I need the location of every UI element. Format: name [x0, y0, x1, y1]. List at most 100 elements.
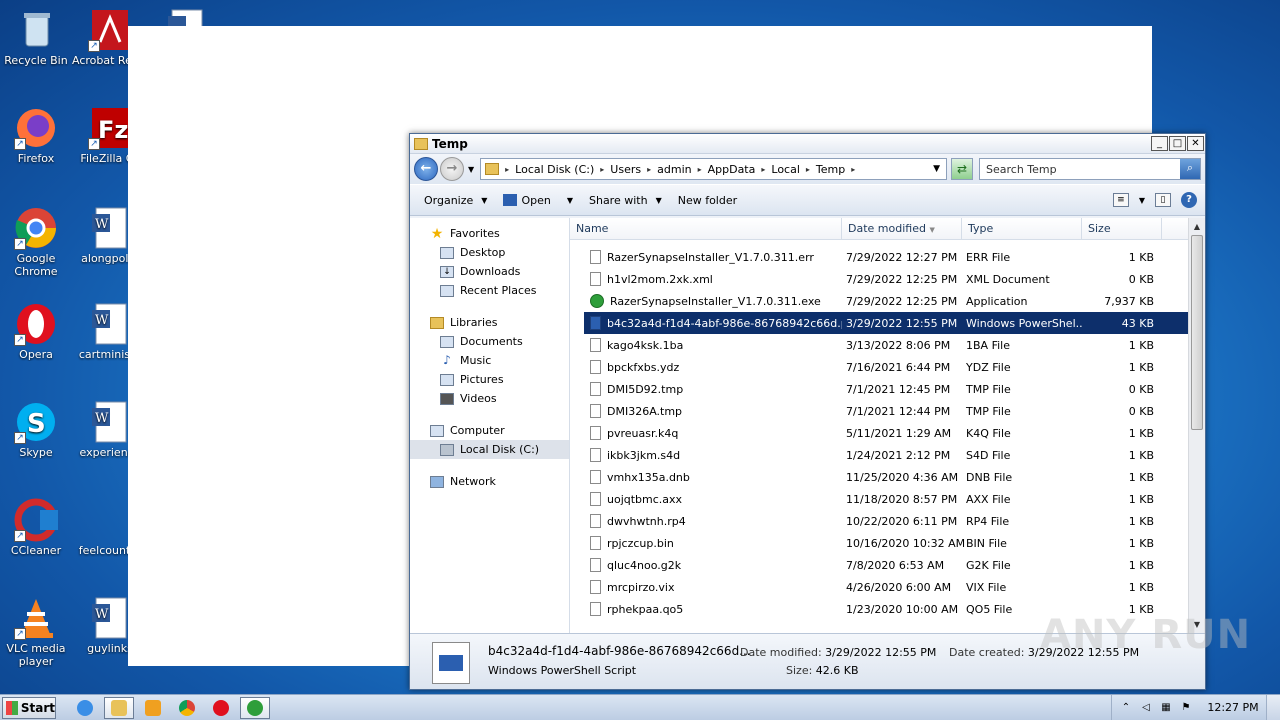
file-type: TMP File	[966, 404, 1011, 418]
desktop-icon-opera[interactable]: ↗ Opera	[0, 302, 74, 361]
desktop-icon-skype[interactable]: S ↗ Skype	[0, 400, 74, 459]
file-row[interactable]: h1vl2mom.2xk.xml 7/29/2022 12:25 PM XML Do…	[584, 268, 1205, 290]
nav-recent-places[interactable]: Recent Places	[410, 281, 569, 300]
refresh-icon[interactable]: ⇄	[951, 158, 973, 180]
breadcrumb-item[interactable]: Local	[771, 163, 800, 176]
file-row[interactable]: DMI5D92.tmp 7/1/2021 12:45 PM TMP File 0 KB	[584, 378, 1205, 400]
taskbar-chrome[interactable]	[172, 697, 202, 719]
chevron-right-icon[interactable]: ▸	[505, 165, 509, 174]
breadcrumb-item[interactable]: Users	[610, 163, 641, 176]
chevron-right-icon[interactable]: ▸	[851, 165, 855, 174]
maximize-button[interactable]: □	[1169, 136, 1186, 151]
clock[interactable]: 12:27 PM	[1200, 701, 1266, 714]
nav-favorites[interactable]: ★ Favorites	[410, 224, 569, 243]
file-row[interactable]: kago4ksk.1ba 3/13/2022 8:06 PM 1BA File 1 K…	[584, 334, 1205, 356]
file-row[interactable]: DMI326A.tmp 7/1/2021 12:44 PM TMP File 0 KB	[584, 400, 1205, 422]
search-box[interactable]: ⌕	[979, 158, 1201, 180]
scrollbar-thumb[interactable]	[1191, 235, 1203, 430]
search-input[interactable]	[986, 162, 1180, 176]
desktop-icon-ccleaner[interactable]: ↗ CCleaner	[0, 498, 74, 557]
desktop-icon-chrome[interactable]: ↗ Google Chrome	[0, 206, 74, 278]
title-bar[interactable]: Temp _ □ ✕	[410, 134, 1205, 154]
recent-pages-dropdown-icon[interactable]: ▼	[468, 165, 474, 174]
file-row[interactable]: vmhx135a.dnb 11/25/2020 4:36 AM DNB File 1 …	[584, 466, 1205, 488]
share-with-button[interactable]: Share with ▼	[581, 194, 670, 207]
taskbar-razer-installer[interactable]	[240, 696, 270, 719]
desktop-icon-recycle-bin[interactable]: Recycle Bin	[0, 8, 74, 67]
chevron-right-icon[interactable]: ▸	[761, 165, 765, 174]
file-row[interactable]: b4c32a4d-f1d4-4abf-986e-86768942c66d.ps1…	[584, 312, 1205, 334]
chevron-right-icon[interactable]: ▸	[698, 165, 702, 174]
file-row[interactable]: rpjczcup.bin 10/16/2020 10:32 AM BIN File 1…	[584, 532, 1205, 554]
show-hidden-icons-icon[interactable]: ⌃	[1120, 702, 1132, 714]
show-desktop-button[interactable]	[1266, 694, 1280, 720]
desktop-icon-label: CCleaner	[10, 544, 62, 557]
chevron-right-icon[interactable]: ▸	[600, 165, 604, 174]
vertical-scrollbar[interactable]: ▲ ▼	[1188, 218, 1205, 633]
nav-desktop[interactable]: Desktop	[410, 243, 569, 262]
organize-button[interactable]: Organize ▼	[416, 194, 495, 207]
file-name: DMI5D92.tmp	[607, 382, 684, 396]
open-button[interactable]: Open ▼	[495, 194, 581, 207]
address-box[interactable]: ▸ Local Disk (C:) ▸ Users ▸ admin ▸ AppD…	[480, 158, 947, 180]
nav-network[interactable]: Network	[410, 472, 569, 491]
breadcrumb-item[interactable]: Temp	[816, 163, 845, 176]
action-center-flag-icon[interactable]: ⚑	[1180, 702, 1192, 714]
nav-libraries[interactable]: Libraries	[410, 313, 569, 332]
file-row[interactable]: qluc4noo.g2k 7/8/2020 6:53 AM G2K File 1 KB	[584, 554, 1205, 576]
nav-documents[interactable]: Documents	[410, 332, 569, 351]
network-icon[interactable]: ▦	[1160, 702, 1172, 714]
file-date: 7/29/2022 12:25 PM	[846, 294, 958, 308]
chevron-right-icon[interactable]: ▸	[647, 165, 651, 174]
taskbar-media-player[interactable]	[138, 697, 168, 719]
breadcrumb-item[interactable]: Local Disk (C:)	[515, 163, 594, 176]
scroll-up-icon[interactable]: ▲	[1189, 218, 1205, 235]
view-options-icon[interactable]: ≡	[1112, 193, 1129, 207]
nav-videos[interactable]: Videos	[410, 389, 569, 408]
start-button[interactable]: Start	[2, 696, 56, 719]
file-name: bpckfxbs.ydz	[607, 360, 680, 374]
explorer-window[interactable]: Temp _ □ ✕ ← → ▼ ▸ Local Disk (C:) ▸ Use…	[409, 133, 1206, 690]
file-row[interactable]: uojqtbmc.axx 11/18/2020 8:57 PM AXX File 1 …	[584, 488, 1205, 510]
breadcrumb-item[interactable]: AppData	[708, 163, 756, 176]
file-row[interactable]: pvreuasr.k4q 5/11/2021 1:29 AM K4Q File 1 K…	[584, 422, 1205, 444]
file-row[interactable]: bpckfxbs.ydz 7/16/2021 6:44 PM YDZ File 1 K…	[584, 356, 1205, 378]
help-icon[interactable]: ?	[1181, 192, 1197, 208]
preview-pane-icon[interactable]: ▯	[1155, 193, 1171, 207]
dropdown-arrow-icon[interactable]: ▼	[567, 196, 573, 205]
nav-pictures[interactable]: Pictures	[410, 370, 569, 389]
file-row[interactable]: RazerSynapseInstaller_V1.7.0.311.exe 7/29…	[584, 290, 1205, 312]
column-name[interactable]: Name	[570, 218, 842, 240]
taskbar-explorer[interactable]	[104, 696, 134, 719]
nav-downloads[interactable]: ↓ Downloads	[410, 262, 569, 281]
back-button[interactable]: ←	[414, 157, 438, 181]
taskbar-ie[interactable]	[70, 697, 100, 719]
speaker-icon[interactable]: ◁	[1140, 702, 1152, 714]
close-button[interactable]: ✕	[1187, 136, 1204, 151]
taskbar-opera[interactable]	[206, 697, 236, 719]
breadcrumb-item[interactable]: admin	[657, 163, 691, 176]
file-row[interactable]: ikbk3jkm.s4d 1/24/2021 2:12 PM S4D File 1 K…	[584, 444, 1205, 466]
address-history-dropdown-icon[interactable]: ▼	[933, 164, 940, 174]
file-row[interactable]: RazerSynapseInstaller_V1.7.0.311.err 7/29…	[584, 246, 1205, 268]
column-type[interactable]: Type	[962, 218, 1082, 240]
word-document-icon: W	[88, 206, 132, 250]
file-size: 1 KB	[1128, 492, 1154, 506]
minimize-button[interactable]: _	[1151, 136, 1168, 151]
new-folder-button[interactable]: New folder	[670, 194, 745, 207]
desktop-icon-vlc[interactable]: ↗ VLC media player	[0, 596, 74, 668]
chevron-right-icon[interactable]: ▸	[806, 165, 810, 174]
file-name: pvreuasr.k4q	[607, 426, 679, 440]
desktop-icon-firefox[interactable]: ↗ Firefox	[0, 106, 74, 165]
search-icon[interactable]: ⌕	[1180, 159, 1200, 179]
nav-local-disk[interactable]: Local Disk (C:)	[410, 440, 569, 459]
nav-music[interactable]: ♪ Music	[410, 351, 569, 370]
details-filename: b4c32a4d-f1d4-4abf-986e-86768942c66d...	[488, 644, 751, 658]
column-date-modified[interactable]: Date modified ▼	[842, 218, 962, 240]
file-row[interactable]: mrcpirzo.vix 4/26/2020 6:00 AM VIX File 1 K…	[584, 576, 1205, 598]
nav-computer[interactable]: Computer	[410, 421, 569, 440]
forward-button[interactable]: →	[440, 157, 464, 181]
column-size[interactable]: Size	[1082, 218, 1162, 240]
view-dropdown-icon[interactable]: ▼	[1139, 196, 1145, 205]
file-row[interactable]: dwvhwtnh.rp4 10/22/2020 6:11 PM RP4 File 1 …	[584, 510, 1205, 532]
